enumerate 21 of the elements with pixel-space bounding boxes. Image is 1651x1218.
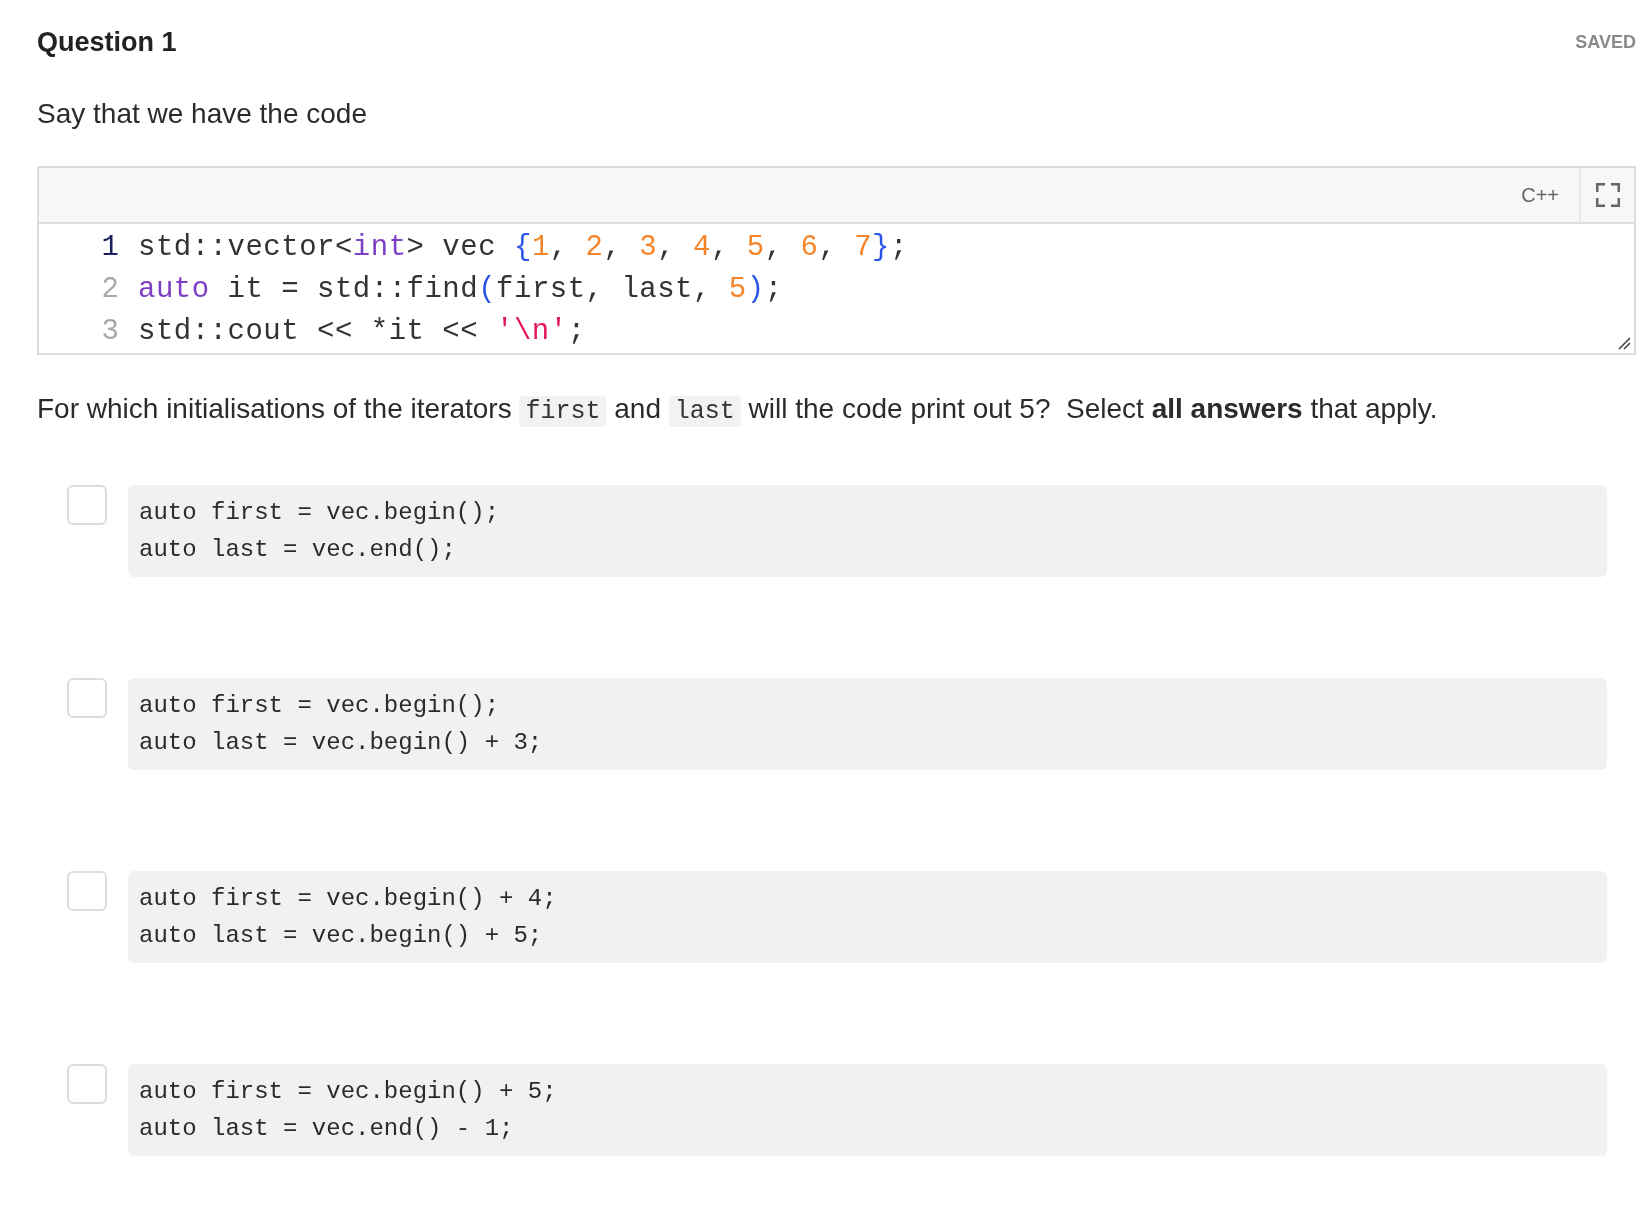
resize-handle-icon[interactable]	[1618, 337, 1631, 350]
line-number: 3	[100, 314, 119, 350]
code-line: auto it = std::find(first, last, 5);	[138, 272, 783, 308]
fullscreen-icon	[1595, 183, 1620, 207]
code-line: std::vector<int> vec {1, 2, 3, 4, 5, 6, 7};	[138, 230, 908, 266]
answer-code: auto first = vec.begin(); auto last = vec.end();	[128, 485, 1607, 577]
answer-code: auto first = vec.begin() + 4; auto last = vec.begin() + 5;	[128, 871, 1607, 963]
line-number: 1	[100, 230, 119, 266]
answer-checkbox[interactable]	[67, 871, 107, 911]
answer-code: auto first = vec.begin() + 5; auto last = vec.end() - 1;	[128, 1064, 1607, 1156]
answer-code: auto first = vec.begin(); auto last = vec.begin() + 3;	[128, 678, 1607, 770]
intro-text: Say that we have the code	[37, 97, 368, 131]
save-status: SAVED	[1575, 31, 1636, 54]
question-title: Question 1	[37, 26, 177, 59]
line-number: 2	[100, 272, 119, 308]
answer-checkbox[interactable]	[67, 1064, 107, 1104]
answer-checkbox[interactable]	[67, 678, 107, 718]
code-line: std::cout << *it << '\n';	[138, 314, 586, 350]
language-label: C++	[1521, 183, 1559, 208]
question-prompt: For which initialisations of the iterators first and last will the code print out 5? Select all answers that apply.	[37, 392, 1439, 429]
answer-checkbox[interactable]	[67, 485, 107, 525]
